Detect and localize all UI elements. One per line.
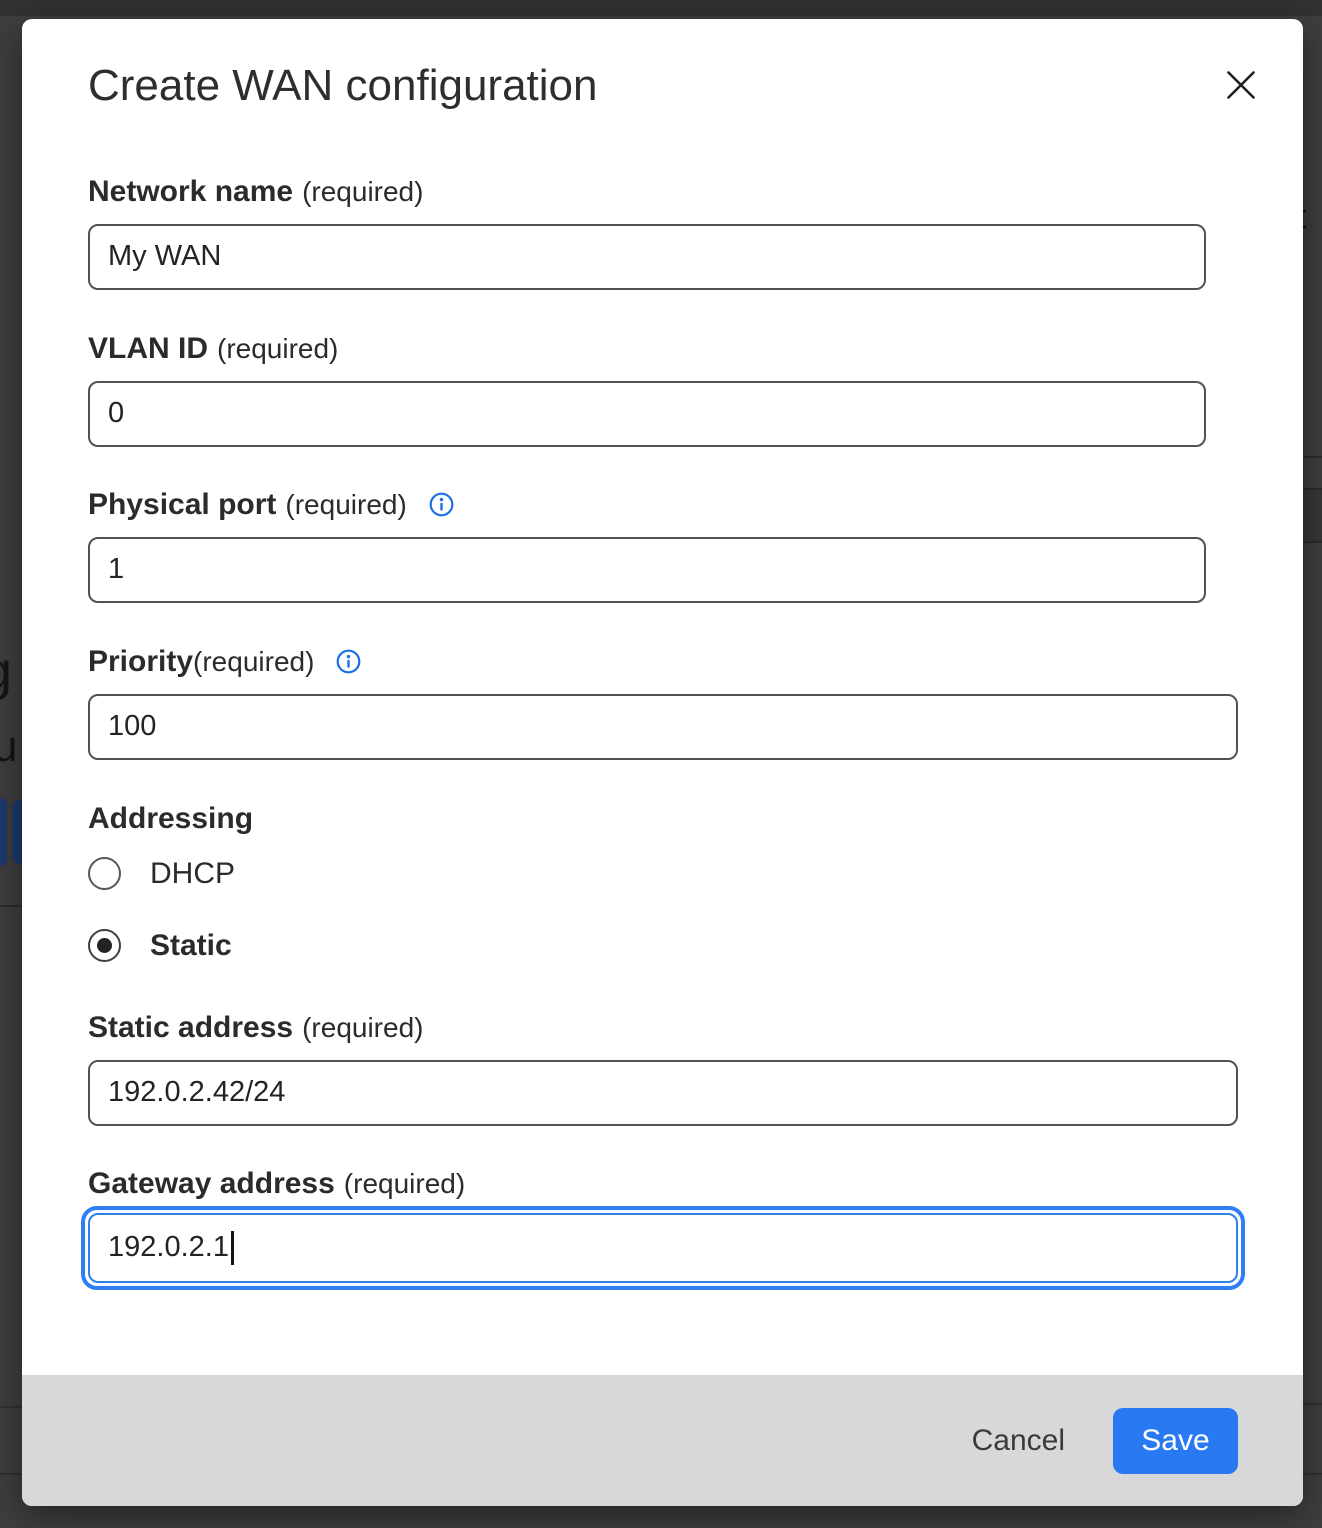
dimmed-blue-button: [12, 800, 22, 864]
dimmed-page-right-edge: t l: [1303, 0, 1322, 1528]
dimmed-divider: [1303, 541, 1322, 543]
dimmed-page-left-edge: g u: [0, 0, 22, 1528]
text-cursor: [231, 1231, 234, 1265]
static-address-input[interactable]: [88, 1060, 1238, 1126]
dimmed-row: [1303, 488, 1322, 543]
addressing-heading: Addressing: [88, 801, 1237, 837]
radio-unselected-icon[interactable]: [88, 857, 121, 890]
physical-port-field-group: Physical port (required): [88, 487, 1237, 603]
required-hint: (required): [344, 1166, 465, 1202]
dialog-title: Create WAN configuration: [88, 60, 1237, 112]
dimmed-divider: [0, 1473, 22, 1475]
static-address-label: Static address: [88, 1010, 293, 1046]
required-hint: (required): [302, 1010, 423, 1046]
dhcp-option-label: DHCP: [150, 857, 235, 891]
vlan-id-label: VLAN ID: [88, 331, 208, 367]
required-hint: (required): [302, 174, 423, 210]
physical-port-input[interactable]: [88, 537, 1206, 603]
vlan-id-field-group: VLAN ID (required): [88, 331, 1237, 447]
gateway-address-value: 192.0.2.1: [108, 1231, 229, 1264]
save-button[interactable]: Save: [1113, 1408, 1238, 1474]
dimmed-page-header: [0, 0, 1322, 16]
required-hint: (required): [217, 331, 338, 367]
static-option-label: Static: [150, 929, 232, 963]
dimmed-partial-text: u: [0, 722, 17, 772]
info-icon: [336, 649, 361, 674]
network-name-input[interactable]: [88, 224, 1206, 290]
required-hint: (required): [285, 487, 406, 523]
close-button[interactable]: [1223, 67, 1259, 103]
physical-port-label: Physical port: [88, 487, 276, 523]
gateway-address-label: Gateway address: [88, 1166, 335, 1202]
priority-info-button[interactable]: [336, 649, 361, 674]
required-hint: (required): [193, 644, 314, 680]
addressing-option-dhcp[interactable]: DHCP: [88, 857, 1237, 891]
close-icon: [1227, 71, 1255, 99]
physical-port-info-button[interactable]: [429, 492, 454, 517]
create-wan-dialog: Create WAN configuration Network name (r…: [22, 19, 1303, 1506]
dimmed-partial-text: t l: [1303, 198, 1322, 276]
addressing-option-static[interactable]: Static: [88, 929, 1237, 963]
dimmed-partial-text: g: [0, 640, 12, 702]
network-name-label: Network name: [88, 174, 293, 210]
dimmed-divider: [1303, 1473, 1322, 1475]
dimmed-blue-button: [0, 798, 7, 866]
network-name-field-group: Network name (required): [88, 174, 1237, 290]
priority-input[interactable]: [88, 694, 1238, 760]
dimmed-divider: [0, 1406, 22, 1408]
radio-selected-icon[interactable]: [88, 929, 121, 962]
dimmed-divider: [1303, 456, 1322, 458]
vlan-id-input[interactable]: [88, 381, 1206, 447]
priority-field-group: Priority (required): [88, 644, 1237, 760]
dialog-footer: Cancel Save: [22, 1375, 1303, 1506]
gateway-address-focus-ring: 192.0.2.1: [81, 1206, 1245, 1290]
priority-label: Priority: [88, 644, 193, 680]
dimmed-divider: [1303, 488, 1322, 490]
dimmed-divider: [1303, 1403, 1322, 1405]
info-icon: [429, 492, 454, 517]
dimmed-divider: [0, 905, 22, 907]
cancel-button[interactable]: Cancel: [972, 1424, 1065, 1458]
gateway-address-field-group: Gateway address (required) 192.0.2.1: [88, 1166, 1237, 1290]
gateway-address-input[interactable]: 192.0.2.1: [88, 1213, 1238, 1283]
static-address-field-group: Static address (required): [88, 1010, 1237, 1126]
